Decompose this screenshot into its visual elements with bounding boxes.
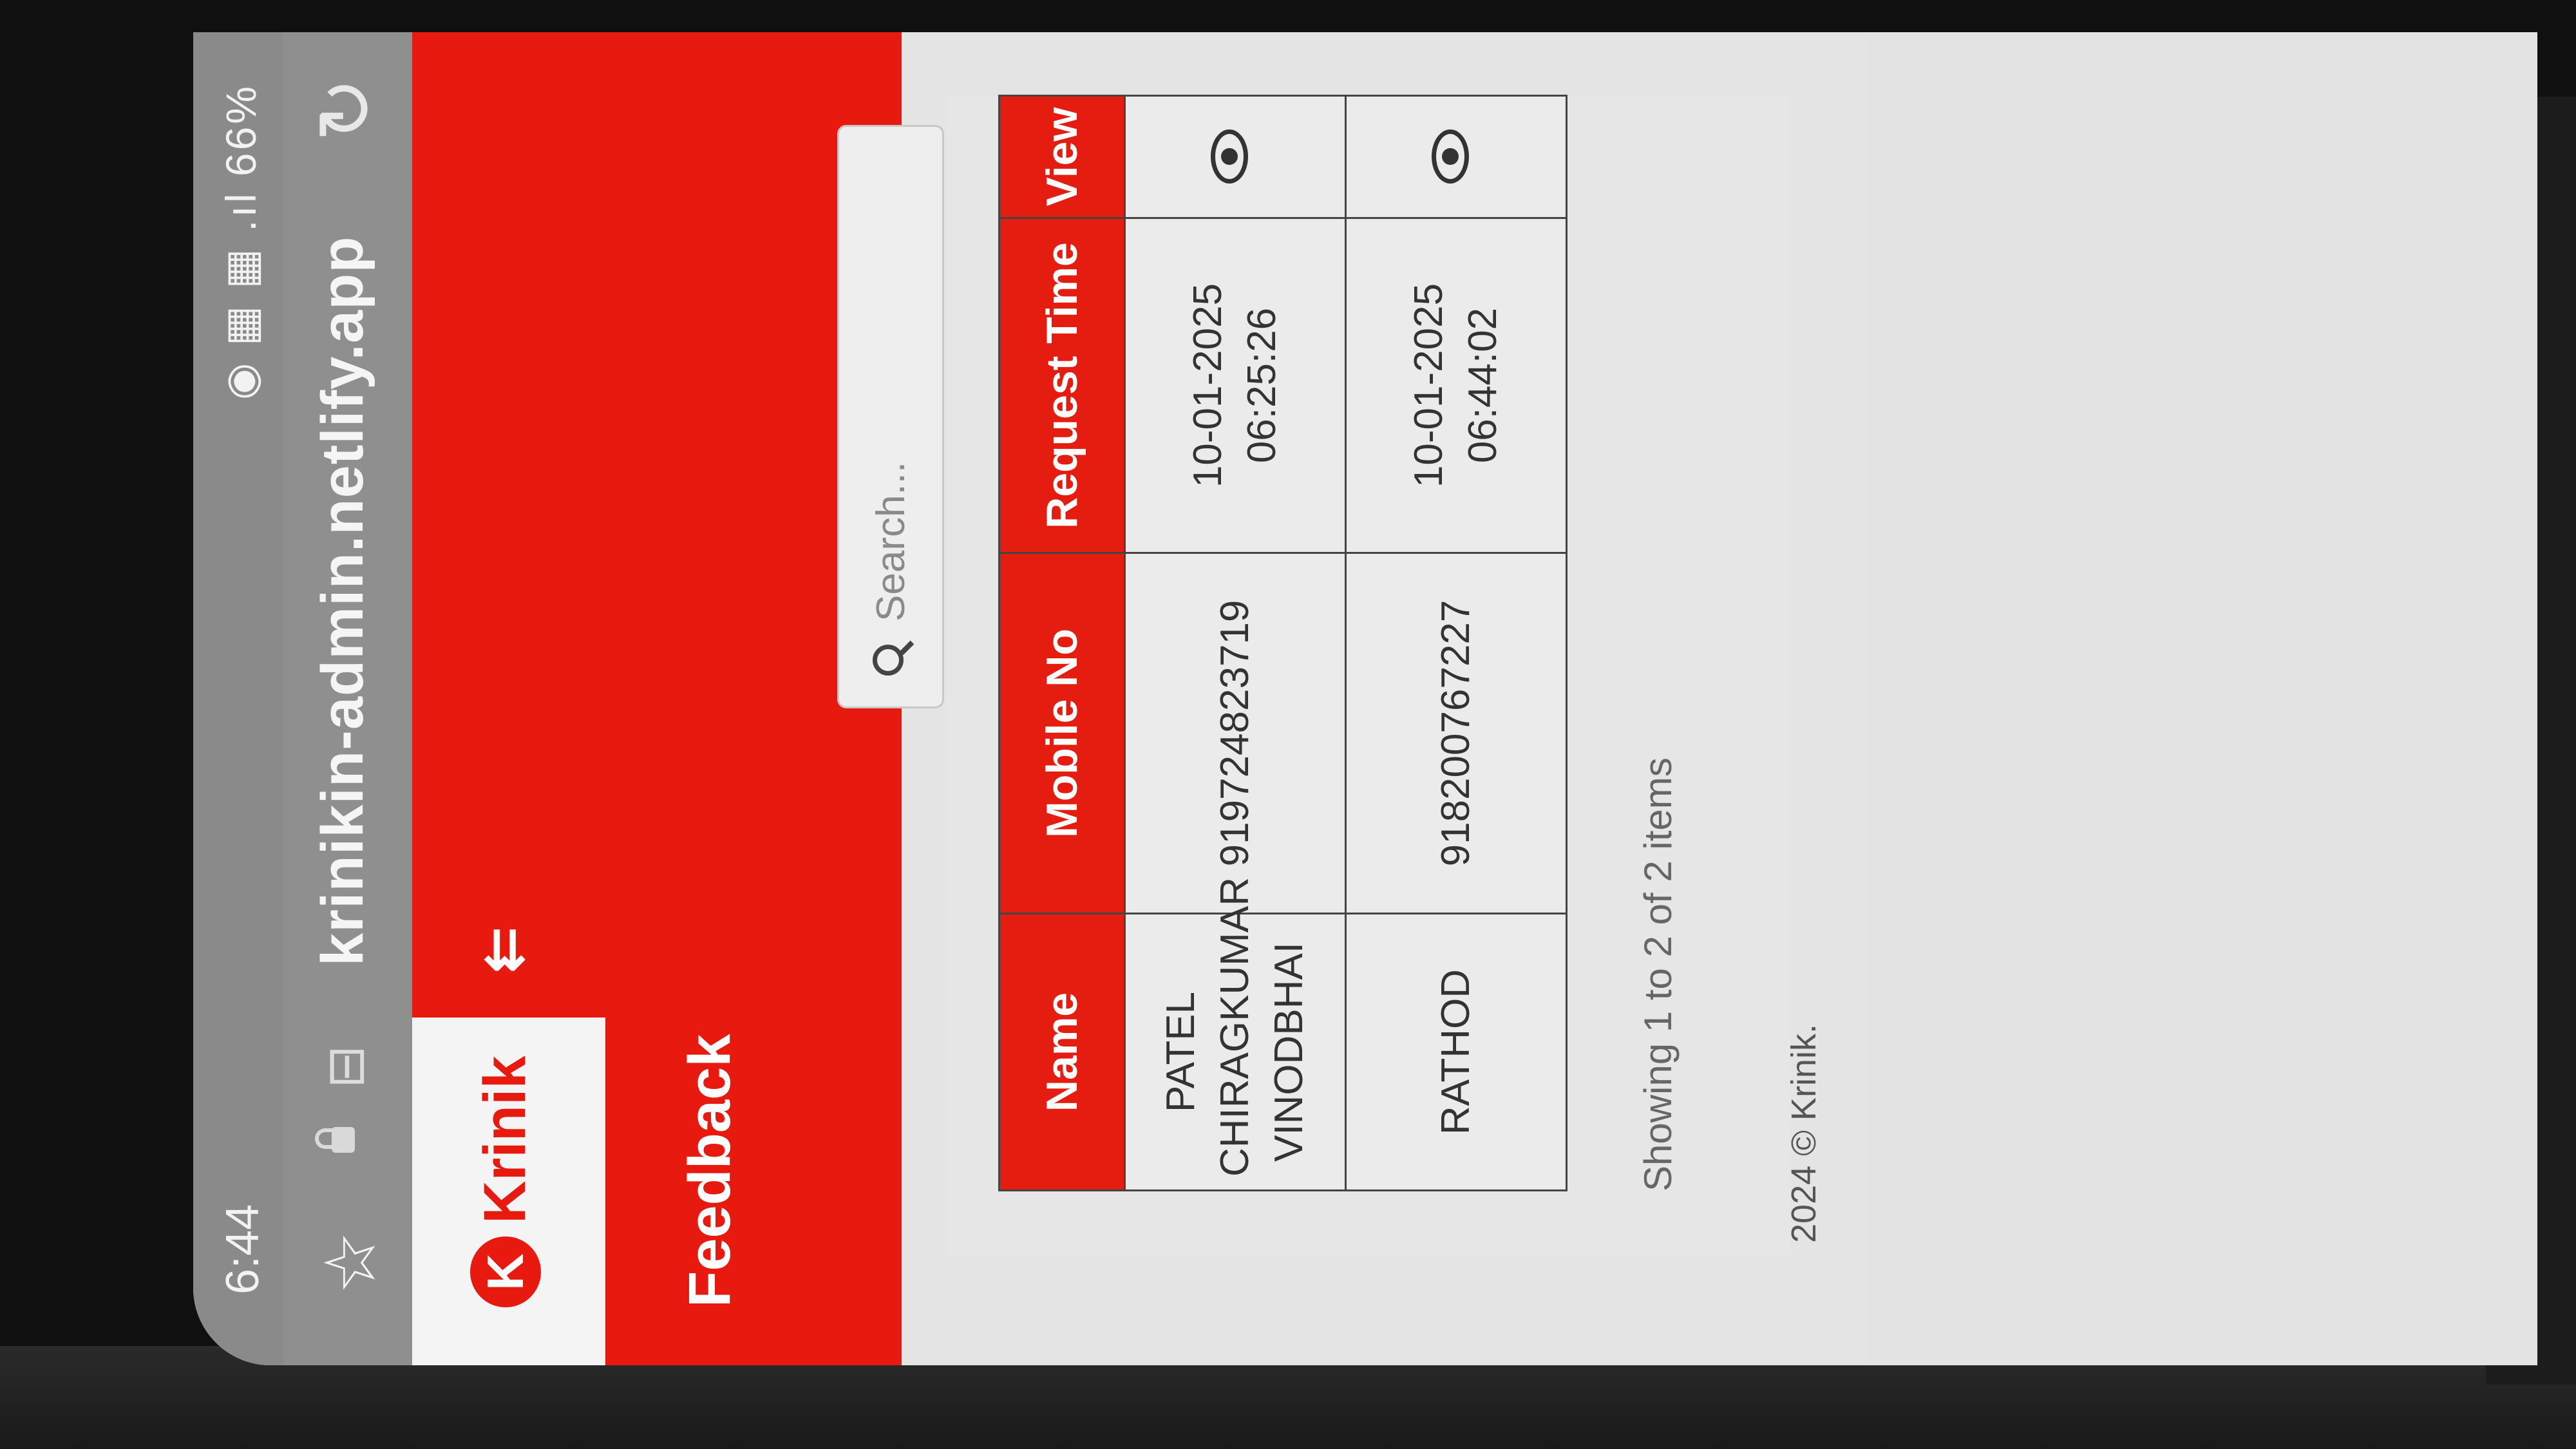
status-bar: 6:44 ◉ ▦ ▦ .ıl 66% bbox=[193, 32, 283, 1365]
view-eye-icon[interactable] bbox=[1432, 129, 1470, 184]
request-clock: 06:25:26 bbox=[1240, 307, 1284, 464]
search-icon bbox=[873, 645, 904, 676]
pagination-info: Showing 1 to 2 of 2 items bbox=[1636, 757, 1680, 1191]
table-header-row: Name Mobile No Request Time View bbox=[999, 95, 1125, 1191]
logo-text: Krinik bbox=[472, 1056, 538, 1224]
phone-screen: 6:44 ◉ ▦ ▦ .ıl 66% ☆ ⊟ krinikin-admin.ne… bbox=[193, 32, 2537, 1365]
view-eye-icon[interactable] bbox=[1211, 129, 1249, 184]
logo[interactable]: K Krinik bbox=[412, 1018, 605, 1365]
krinik-logo-icon: K bbox=[470, 1236, 541, 1307]
footer-copyright: 2024 © Krinik. bbox=[1785, 1024, 1823, 1243]
cell-request-time: 10-01-2025 06:25:26 bbox=[1124, 218, 1346, 553]
table-card: Name Mobile No Request Time View PATEL C… bbox=[947, 95, 1790, 1256]
search-input[interactable] bbox=[862, 144, 919, 623]
cell-view bbox=[1345, 95, 1567, 218]
column-header-name[interactable]: Name bbox=[999, 913, 1125, 1191]
name-line: RATHOD bbox=[1434, 969, 1479, 1135]
column-header-mobile[interactable]: Mobile No bbox=[999, 553, 1125, 914]
menu-toggle-icon[interactable]: ⇇ bbox=[473, 921, 533, 979]
lock-icon bbox=[332, 1127, 355, 1153]
status-icons: ◉ ▦ ▦ .ıl 66% bbox=[216, 84, 266, 400]
cell-mobile: 918200767227 bbox=[1345, 553, 1567, 914]
search-box bbox=[837, 125, 944, 708]
status-time: 6:44 bbox=[217, 1204, 269, 1294]
battery-level: 66% bbox=[217, 84, 265, 177]
tabs-icon[interactable]: ⊟ bbox=[316, 1045, 375, 1088]
cell-request-time: 10-01-2025 06:44:02 bbox=[1345, 218, 1567, 553]
page-title: Feedback bbox=[677, 1034, 743, 1307]
cell-name: PATEL CHIRAGKUMAR VINODBHAI bbox=[1124, 876, 1346, 1191]
reload-icon[interactable]: ↻ bbox=[301, 77, 391, 142]
page-bottom-area bbox=[1868, 32, 2537, 1365]
column-header-request-time[interactable]: Request Time bbox=[999, 218, 1125, 553]
app-header: K Krinik ⇇ Feedback bbox=[412, 32, 902, 1365]
url-field[interactable]: krinikin-admin.netlify.app bbox=[309, 236, 377, 966]
name-line: CHIRAGKUMAR bbox=[1213, 876, 1258, 1177]
name-line: PATEL bbox=[1159, 991, 1204, 1113]
request-date: 10-01-2025 bbox=[1406, 283, 1452, 488]
browser-address-bar: ☆ ⊟ krinikin-admin.netlify.app ↻ bbox=[283, 32, 412, 1365]
signal-icons: ◉ ▦ ▦ .ıl bbox=[217, 191, 265, 401]
name-line: VINODBHAI bbox=[1266, 942, 1311, 1162]
cell-name: RATHOD bbox=[1345, 913, 1567, 1191]
column-header-view: View bbox=[999, 95, 1125, 218]
request-clock: 06:44:02 bbox=[1461, 307, 1505, 464]
table-row: PATEL CHIRAGKUMAR VINODBHAI 919724823719… bbox=[1124, 95, 1346, 1191]
bookmark-star-icon[interactable]: ☆ bbox=[309, 1231, 392, 1294]
request-date: 10-01-2025 bbox=[1186, 283, 1231, 488]
table-row: RATHOD 918200767227 10-01-2025 06:44:02 bbox=[1345, 95, 1567, 1191]
cell-mobile: 919724823719 bbox=[1124, 553, 1346, 914]
cell-view bbox=[1124, 95, 1346, 218]
feedback-table: Name Mobile No Request Time View PATEL C… bbox=[998, 95, 1567, 1191]
phone-screen-rotated: 6:44 ◉ ▦ ▦ .ıl 66% ☆ ⊟ krinikin-admin.ne… bbox=[193, 32, 2537, 1365]
